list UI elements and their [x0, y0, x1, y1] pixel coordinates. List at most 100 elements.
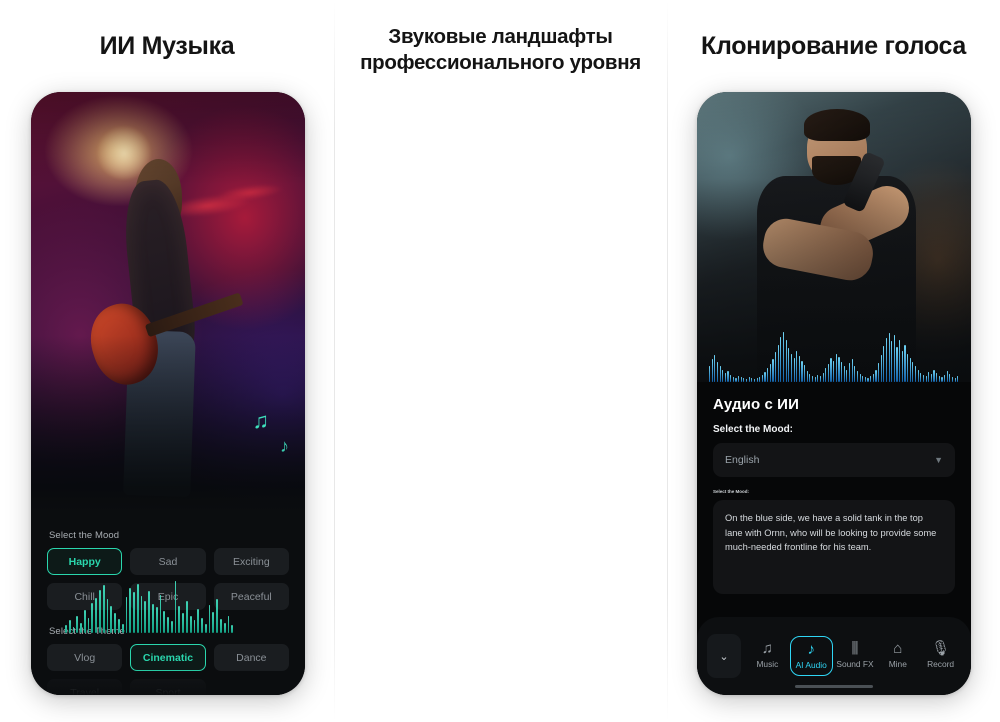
chip-label: Cinematic [142, 651, 194, 664]
waveform-bar [753, 378, 756, 382]
waveform-bar [772, 359, 774, 382]
panel-ai-music: ИИ Музыка ♫ ♪ Select the Mood Happy Sad … [0, 0, 334, 722]
waveform-bar [930, 373, 932, 382]
waveform-bar [759, 377, 761, 382]
waveform-bar [719, 366, 721, 382]
waveform-bar [793, 358, 795, 382]
equalizer-bar [197, 608, 200, 633]
audio-waveform-visual [709, 330, 959, 382]
equalizer-bar [65, 624, 67, 633]
waveform-bar [788, 347, 790, 382]
waveform-bar [801, 361, 803, 382]
waveform-bar [870, 375, 872, 382]
waveform-bar [806, 370, 808, 382]
waveform-bar [933, 369, 935, 382]
waveform-bar [917, 369, 919, 382]
equalizer-bar [102, 585, 105, 633]
chip-cinematic[interactable]: Cinematic [130, 644, 206, 671]
waveform-bar [727, 370, 729, 382]
waveform-bar [769, 364, 771, 382]
waveform-bar [841, 362, 843, 382]
waveform-bar [743, 378, 745, 382]
chip-exciting[interactable]: Exciting [213, 548, 289, 575]
equalizer-bar [193, 620, 196, 633]
waveform-bar [851, 359, 853, 382]
concert-photo [31, 92, 305, 512]
waveform-bar [904, 344, 906, 382]
chip-vlog[interactable]: Vlog [47, 644, 123, 671]
waveform-bar [822, 372, 824, 382]
phone-mockup-1: ♫ ♪ Select the Mood Happy Sad Exciting Chil… [31, 92, 305, 695]
waveform-bar [901, 350, 903, 382]
chip-label: Happy [68, 555, 101, 568]
page-title: Звуковые ландшафты профессионального уро… [360, 25, 641, 75]
waveform-bar [814, 376, 816, 382]
equalizer-bar [133, 592, 135, 633]
equalizer-bar [159, 594, 162, 633]
waveform-bar [936, 372, 938, 382]
waveform-bar [709, 366, 711, 382]
waveform-bar [846, 369, 848, 382]
equalizer-bar [91, 602, 94, 633]
waveform-bar [819, 375, 822, 382]
waveform-bar [714, 354, 716, 382]
waveform-bar [854, 366, 856, 382]
waveform-bar [922, 374, 925, 382]
waveform-bar [925, 375, 927, 382]
waveform-bar [856, 370, 859, 382]
waveform-bar [864, 376, 866, 382]
equalizer-bar [170, 621, 173, 633]
equalizer-bar [208, 605, 211, 633]
waveform-bar [883, 345, 885, 382]
waveform-bar [775, 351, 777, 382]
equalizer-bar [167, 616, 169, 633]
promo-screenshot: ИИ Музыка ♫ ♪ Select the Mood Happy Sad … [0, 0, 1000, 722]
equalizer-bar [110, 606, 113, 633]
chip-label: Dance [236, 651, 267, 664]
equalizer-bar [99, 590, 101, 633]
equalizer-bar [121, 623, 124, 633]
waveform-bar [730, 374, 732, 382]
waveform-bar [756, 378, 758, 382]
waveform-bar [835, 353, 837, 382]
waveform-bar [751, 377, 753, 382]
equalizer-bar [80, 622, 82, 633]
equalizer-bar [148, 591, 150, 633]
waveform-bar [862, 375, 864, 382]
waveform-bar [790, 353, 792, 382]
waveform-bar [920, 372, 922, 382]
waveform-bar [907, 353, 909, 382]
waveform-bar [738, 375, 740, 382]
waveform-bar [867, 377, 869, 382]
chip-label: Vlog [74, 651, 96, 664]
chip-label: Peaceful [230, 590, 272, 603]
equalizer-bar [83, 609, 86, 633]
chip-dance[interactable]: Dance [213, 644, 289, 671]
waveform-bar [804, 365, 806, 382]
waveform-bar [767, 368, 769, 382]
waveform-bar [848, 363, 851, 382]
equalizer-bar [223, 622, 226, 633]
waveform-bar [899, 340, 901, 382]
page-title: ИИ Музыка [99, 32, 235, 60]
music-note-icon: ♫ [252, 408, 270, 433]
waveform-bar [859, 373, 861, 382]
waveform-bar [827, 364, 829, 382]
chip-sad[interactable]: Sad [130, 548, 206, 575]
equalizer-bar [201, 617, 203, 633]
waveform-bar [811, 375, 814, 382]
waveform-bar [722, 369, 724, 382]
audio-equalizer-visual [65, 575, 234, 633]
waveform-bar [777, 344, 779, 382]
waveform-bar [716, 362, 719, 382]
waveform-bar [885, 338, 888, 382]
waveform-bar [833, 361, 835, 382]
panel-soundscapes: Звуковые ландшафты профессионального уро… [334, 0, 971, 722]
waveform-bar [909, 358, 911, 382]
chip-happy[interactable]: Happy [47, 548, 123, 575]
equalizer-bar [95, 598, 98, 633]
waveform-bar [880, 354, 882, 382]
equalizer-bar [227, 615, 230, 633]
waveform-bar [888, 333, 890, 382]
waveform-bar [796, 350, 798, 382]
